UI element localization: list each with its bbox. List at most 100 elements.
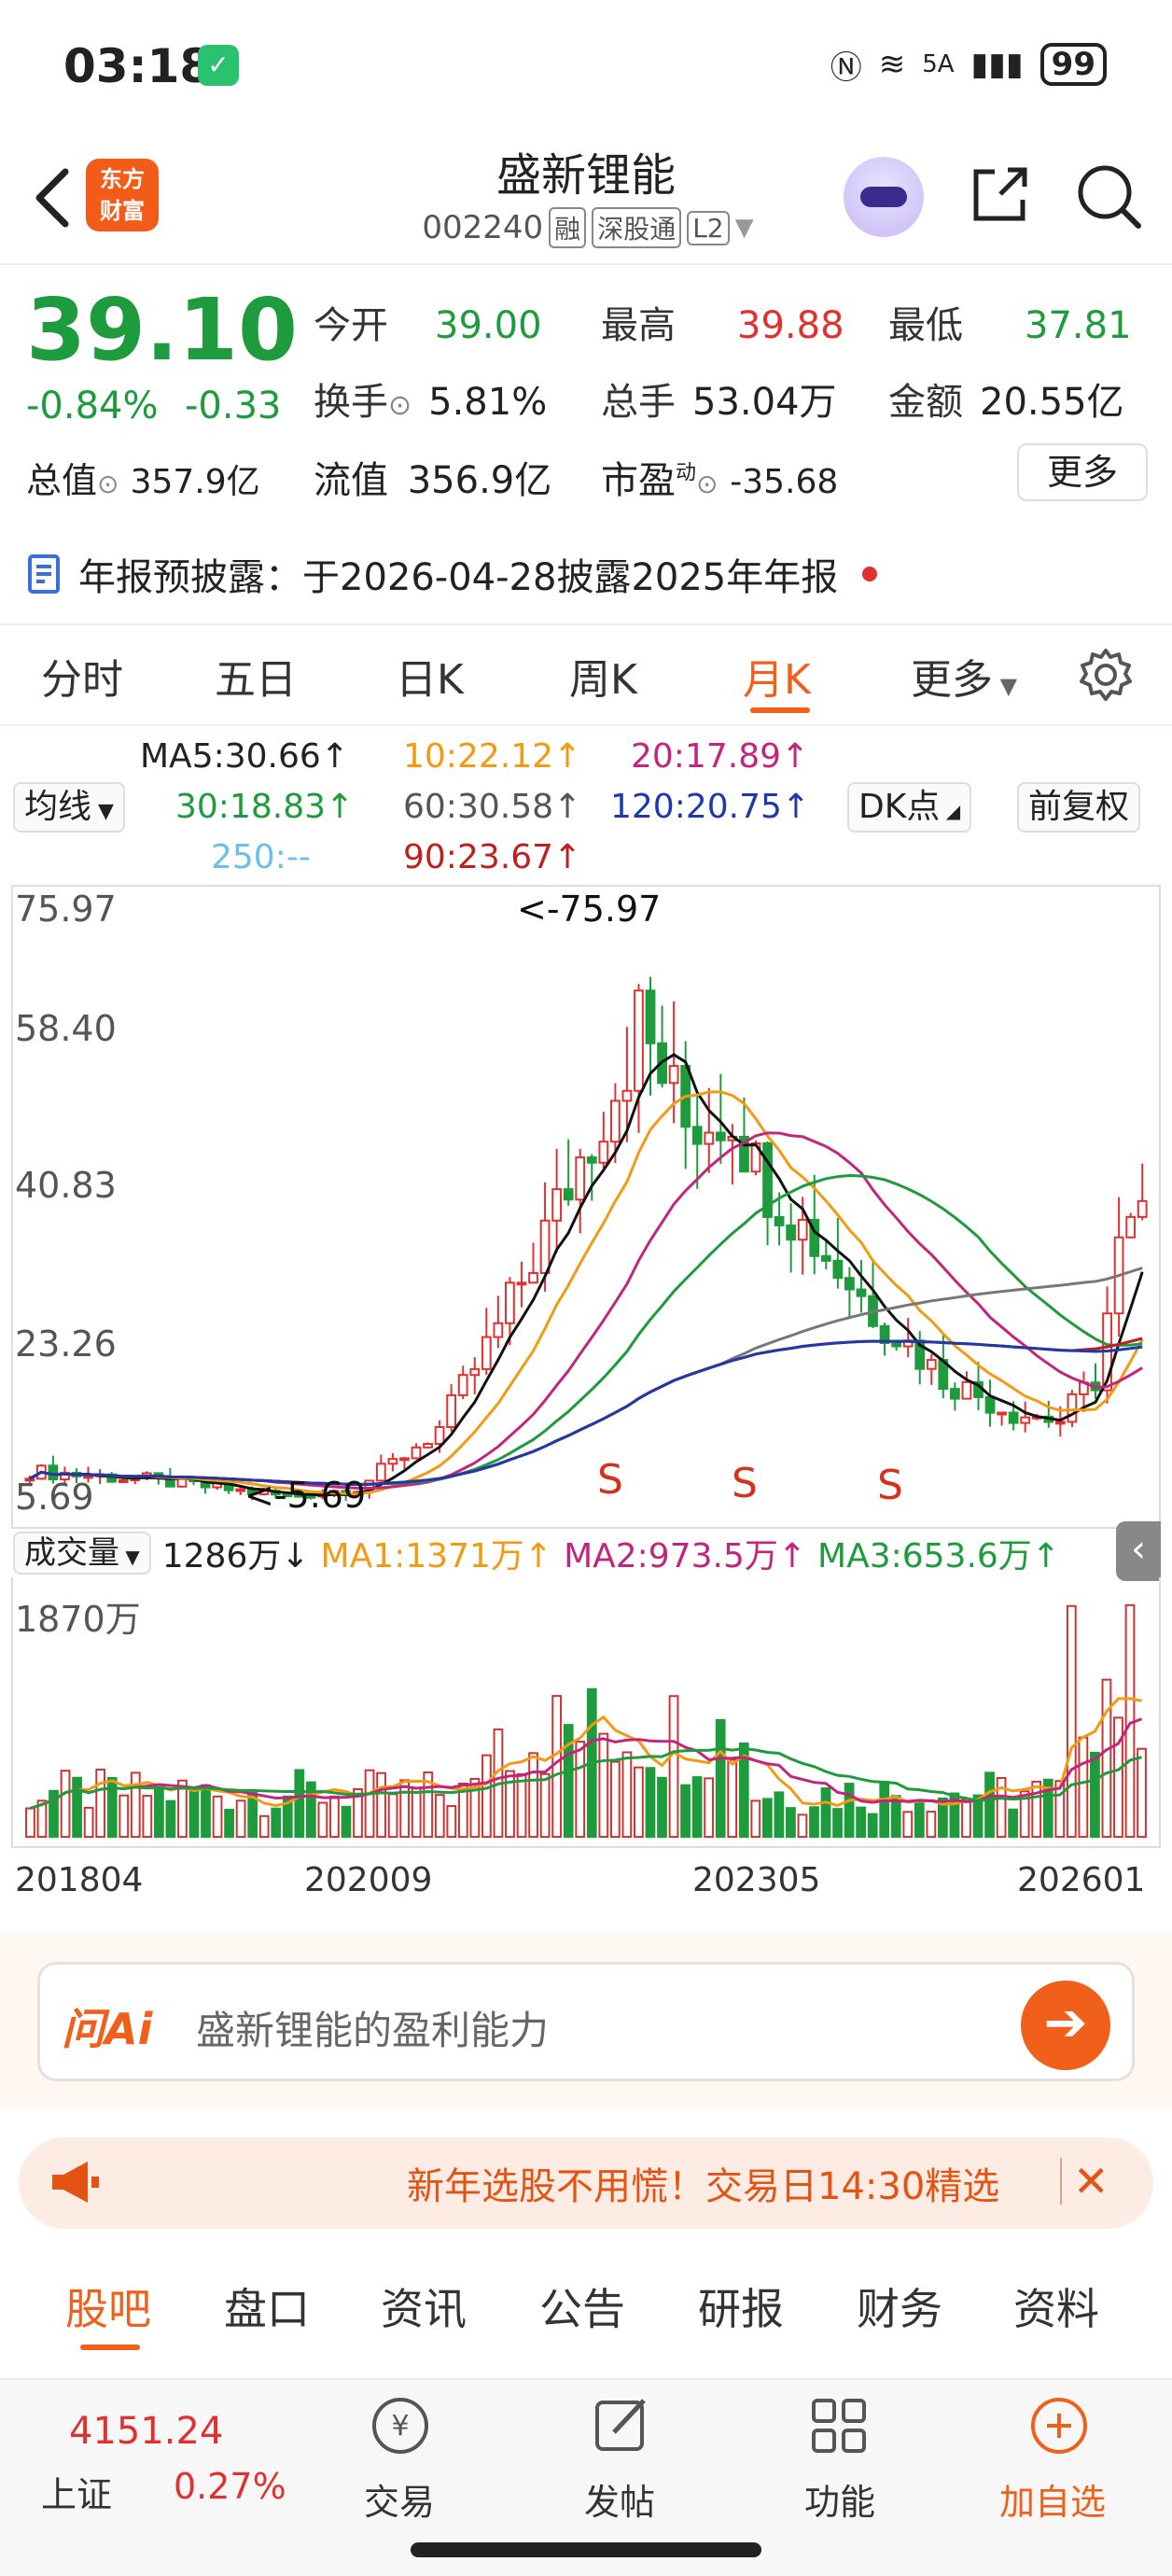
index-percent: 0.27% (174, 2466, 286, 2507)
tab-orderbook[interactable]: 盘口 (224, 2275, 310, 2337)
volume-bar (750, 1799, 761, 1839)
tab-monthly-k[interactable]: 月K (743, 646, 811, 706)
tab-intraday[interactable]: 分时 (41, 646, 123, 706)
back-icon[interactable] (26, 161, 82, 235)
tab-more[interactable]: 更多 ▼ (911, 646, 1017, 706)
volume-bar (95, 1768, 106, 1839)
volume-bar (446, 1805, 457, 1839)
kline-chart[interactable] (11, 885, 1161, 1529)
ma5-line (29, 1053, 1144, 1497)
candle (856, 1288, 867, 1297)
candle (997, 1411, 1007, 1416)
volume-bar (119, 1794, 130, 1839)
volume-bar (634, 1766, 644, 1839)
ma90-value: 90:23.67↑ (403, 838, 582, 876)
index-name: 上证 (41, 2474, 113, 2515)
candle (411, 1446, 422, 1460)
close-icon[interactable]: ✕ (1073, 2156, 1109, 2206)
signal-icon: ▮▮▮ (970, 46, 1024, 83)
dk-point-select[interactable]: DK点 ◢ (847, 782, 972, 833)
volume-bar (153, 1785, 164, 1839)
active-tab-indicator (750, 707, 810, 713)
nfc-icon: Ⓝ (830, 49, 862, 87)
candle (586, 1156, 597, 1164)
app-logo: 东方 财富 (86, 159, 159, 231)
send-arrow-icon[interactable]: ➔ (1021, 1981, 1110, 2070)
promo-banner-text[interactable]: 新年选股不用慌！交易日14:30精选 (407, 2156, 1051, 2210)
volume-bar (1078, 1736, 1089, 1839)
adjust-select[interactable]: 前复权 (1017, 782, 1141, 833)
tab-finance[interactable]: 财务 (857, 2275, 942, 2337)
vol-ma1: MA1:1371万↑ (320, 1537, 553, 1575)
volume-bar (832, 1808, 843, 1839)
index-value[interactable]: 4151.24 (69, 2410, 223, 2453)
volume-bar (704, 1777, 715, 1839)
wifi-icon: ≋ (878, 46, 906, 83)
tab-announcements[interactable]: 公告 (539, 2275, 625, 2337)
volume-bar (364, 1769, 375, 1839)
volume-bar (645, 1767, 656, 1839)
candle (235, 1488, 246, 1492)
candle (961, 1380, 972, 1400)
volume-indicator-select[interactable]: 成交量 ▼ (13, 1532, 151, 1575)
more-quote-button[interactable]: 更多 (1017, 443, 1148, 501)
toolbar-trade[interactable]: 交易 (343, 2473, 455, 2525)
candle (1137, 1199, 1148, 1218)
annual-report-notice[interactable]: 年报预披露：于2026-04-28披露2025年年报 (26, 547, 878, 601)
volume-bar (1090, 1751, 1100, 1839)
dropdown-icon[interactable]: ▼ (735, 214, 754, 242)
tab-news[interactable]: 资讯 (381, 2275, 467, 2337)
y-axis-label-5: 5.69 (15, 1477, 94, 1518)
volume-bar (1101, 1678, 1112, 1839)
candle (516, 1281, 527, 1286)
volume-bar (621, 1751, 633, 1839)
system-status-icons: Ⓝ ≋ 5A ▮▮▮ 99 (830, 41, 1107, 88)
tab-daily-k[interactable]: 日K (396, 646, 464, 706)
post-edit-icon[interactable] (588, 2391, 657, 2460)
candle (375, 1463, 386, 1482)
candle (797, 1218, 808, 1241)
tab-research[interactable]: 研报 (698, 2275, 784, 2337)
sell-marker: S (732, 1460, 758, 1507)
volume-bar (539, 1772, 551, 1839)
ma250-value: 250:-- (211, 838, 311, 876)
assistant-robot-icon[interactable] (844, 157, 924, 237)
volume-bar (258, 1814, 270, 1839)
tab-five-day[interactable]: 五日 (215, 646, 297, 706)
candle (715, 1131, 726, 1141)
candle (668, 1065, 679, 1085)
level2-tag: L2 (687, 210, 730, 245)
add-watchlist-icon[interactable] (1025, 2391, 1094, 2460)
candle (563, 1188, 574, 1201)
ask-ai-prompt[interactable]: 盛新锂能的盈利能力 (196, 1999, 549, 2056)
search-icon[interactable] (1073, 161, 1144, 231)
share-icon[interactable] (967, 161, 1034, 228)
volume-bar (902, 1811, 914, 1839)
toolbar-functions[interactable]: 功能 (784, 2473, 896, 2525)
toolbar-add-watchlist[interactable]: 加自选 (997, 2473, 1109, 2525)
trade-icon[interactable]: ¥ (366, 2391, 435, 2460)
sell-marker: S (597, 1456, 623, 1504)
collapse-panel-icon[interactable]: ‹ (1116, 1521, 1161, 1581)
megaphone-icon (52, 2162, 99, 2203)
x-axis-label: 201804 (15, 1861, 144, 1899)
gear-icon[interactable] (1077, 646, 1135, 704)
toolbar-post[interactable]: 发帖 (564, 2473, 676, 2525)
indicator-type-select[interactable]: 均线 ▼ (13, 782, 125, 833)
volume-bar (1113, 1716, 1123, 1839)
ma120-value: 120:20.75↑ (610, 788, 811, 826)
home-indicator[interactable] (411, 2542, 761, 2557)
battery-indicator: 99 (1039, 43, 1107, 86)
change-amount: -0.33 (185, 385, 282, 427)
tab-profile[interactable]: 资料 (1013, 2275, 1099, 2337)
candle (926, 1359, 937, 1370)
tab-guba[interactable]: 股吧 (65, 2275, 151, 2337)
quote-pe: 市盈动⊙ -35.68 (601, 459, 839, 502)
candle (786, 1224, 797, 1241)
y-axis-label-3: 40.83 (15, 1165, 117, 1206)
divider (1060, 2158, 1062, 2205)
candle (645, 989, 656, 1044)
volume-bar (294, 1769, 305, 1839)
tab-weekly-k[interactable]: 周K (569, 646, 637, 706)
functions-grid-icon[interactable] (804, 2391, 873, 2460)
